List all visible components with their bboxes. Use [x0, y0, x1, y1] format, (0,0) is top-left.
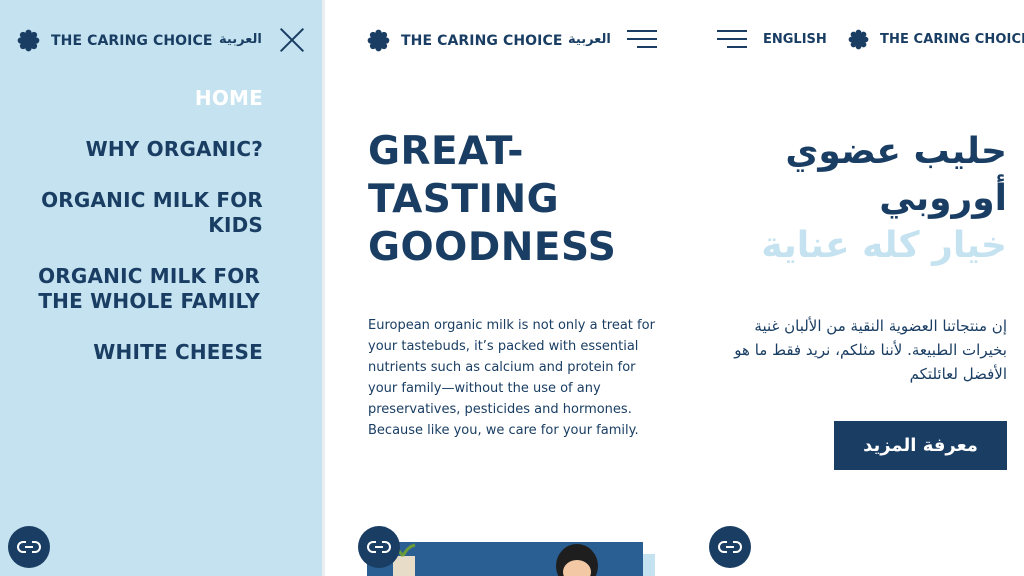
hero-title-line: TASTING — [368, 177, 560, 222]
family-illustration — [367, 542, 655, 576]
brand-logo[interactable]: THE CARING CHOICE — [848, 29, 1024, 50]
arabic-title-highlight: خيار كله عناية — [761, 225, 1007, 266]
chat-button[interactable] — [358, 526, 400, 568]
flower-icon — [848, 29, 869, 50]
hamburger-icon[interactable] — [627, 30, 657, 48]
brand-name: THE CARING CHOICE — [51, 32, 213, 49]
english-hero-panel: THE CARING CHOICE العربية GREAT- TASTING… — [325, 0, 689, 576]
brand-name: THE CARING CHOICE — [880, 32, 1024, 47]
chat-icon — [718, 541, 742, 553]
hero-title-line: GOODNESS — [368, 225, 617, 270]
hero-title-line: GREAT- — [368, 129, 524, 174]
brand-logo[interactable]: THE CARING CHOICE — [367, 29, 563, 52]
chat-icon — [17, 541, 41, 553]
flower-icon — [367, 29, 390, 52]
chat-button[interactable] — [709, 526, 751, 568]
menu-item-organic-milk-family[interactable]: ORGANIC MILK FOR THE WHOLE FAMILY — [0, 264, 260, 314]
arabic-hero-description: إن منتجاتنا العضوية النقية من الألبان غن… — [734, 317, 1007, 383]
arabic-title-line: أوروبي — [879, 178, 1007, 219]
chat-icon — [367, 541, 391, 553]
menu-item-why-organic[interactable]: WHY ORGANIC? — [0, 137, 263, 162]
close-icon[interactable] — [280, 28, 304, 52]
hamburger-icon[interactable] — [717, 30, 747, 48]
hero-title: GREAT- TASTING GOODNESS — [368, 128, 616, 272]
language-link-arabic[interactable]: العربية — [219, 32, 262, 47]
chat-button[interactable] — [8, 526, 50, 568]
language-link-english[interactable]: ENGLISH — [763, 32, 827, 47]
hero-description: European organic milk is not only a trea… — [368, 318, 655, 438]
flower-icon — [17, 29, 40, 52]
main-menu: HOME WHY ORGANIC? ORGANIC MILK FOR KIDS … — [0, 86, 263, 391]
brand-logo[interactable]: THE CARING CHOICE — [17, 29, 213, 52]
arabic-hero-panel: ENGLISH THE CARING CHOICE حليب عضوي أورو… — [689, 0, 1024, 576]
menu-item-organic-milk-kids[interactable]: ORGANIC MILK FOR KIDS — [0, 188, 263, 238]
menu-item-home[interactable]: HOME — [0, 86, 263, 111]
arabic-hero-title: حليب عضوي أوروبي خيار كله عناية — [761, 128, 1007, 269]
navigation-menu-panel: THE CARING CHOICE العربية HOME WHY ORGAN… — [0, 0, 322, 576]
learn-more-button[interactable]: معرفة المزيد — [834, 421, 1007, 470]
arabic-title-line: حليب عضوي — [785, 131, 1007, 172]
menu-item-white-cheese[interactable]: WHITE CHEESE — [0, 340, 263, 365]
language-link-arabic[interactable]: العربية — [568, 32, 611, 47]
brand-name: THE CARING CHOICE — [401, 32, 563, 49]
